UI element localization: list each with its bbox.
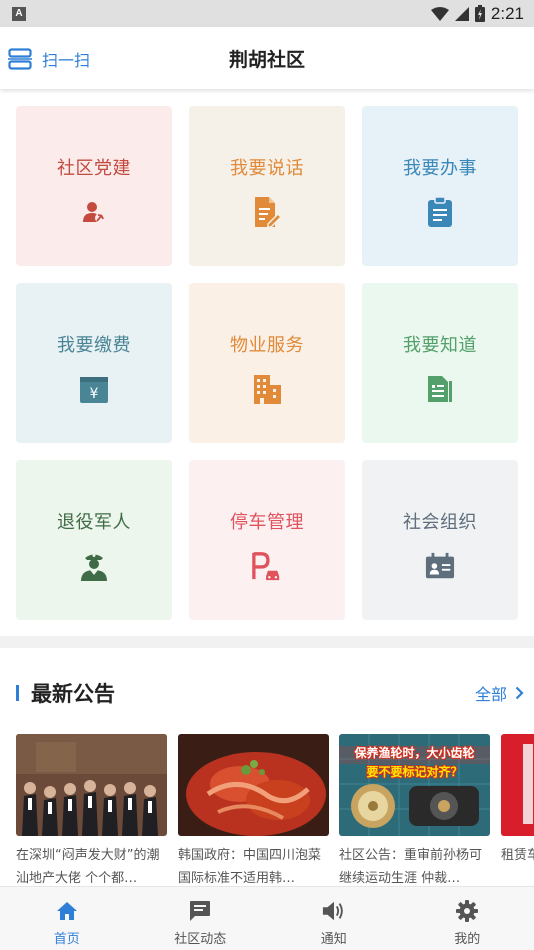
notice-image <box>16 734 167 836</box>
tile-label: 我要缴费 <box>57 335 131 356</box>
notice-card[interactable]: 韩国政府：中国四川泡菜国际标准不适用韩… <box>178 734 329 886</box>
signal-icon <box>454 6 469 21</box>
clipboard-icon <box>425 196 455 228</box>
page-title: 荆胡社区 <box>228 49 305 71</box>
tile-speak[interactable]: 我要说话 <box>189 106 345 266</box>
wifi-icon <box>430 6 449 21</box>
notice-text: 在深圳“闷声发大财”的潮汕地产大佬 个个都… <box>16 848 160 886</box>
info-document-icon <box>425 373 455 405</box>
payment-yen-icon: ¥ <box>79 373 109 405</box>
view-all-link[interactable]: 全部 <box>475 681 524 705</box>
nav-label: 社区动态 <box>174 932 227 947</box>
soldier-icon <box>79 550 109 582</box>
tile-label: 社会组织 <box>403 512 477 533</box>
chevron-right-icon <box>515 686 524 700</box>
party-emblem-icon <box>79 196 109 228</box>
building-icon <box>252 373 282 405</box>
nav-mine[interactable]: 我的 <box>401 887 534 950</box>
id-card-icon <box>425 550 455 582</box>
bottom-navigation: 首页 社区动态 通知 我的 <box>0 886 534 950</box>
notice-image <box>501 734 534 836</box>
nav-label: 通知 <box>320 932 347 947</box>
notice-image: 保养渔轮时，大小齿轮 要不要标记对齐？ <box>339 734 490 836</box>
parking-car-icon <box>252 550 282 582</box>
tile-property-service[interactable]: 物业服务 <box>189 283 345 443</box>
message-icon <box>188 899 212 923</box>
status-icons: 2:21 <box>430 3 524 24</box>
notice-card[interactable]: 保养渔轮时，大小齿轮 要不要标记对齐？ 社区公告：重审前孙杨可继续运动生涯 仲裁… <box>339 734 490 886</box>
nav-notifications[interactable]: 通知 <box>267 887 401 950</box>
tile-label: 停车管理 <box>230 512 304 533</box>
notice-image <box>178 734 329 836</box>
notice-card[interactable]: 在深圳“闷声发大财”的潮汕地产大佬 个个都… <box>16 734 167 886</box>
tile-know[interactable]: 我要知道 <box>362 283 518 443</box>
notice-carousel[interactable]: 在深圳“闷声发大财”的潮汕地产大佬 个个都… 韩国政府：中国四川泡菜国际标准不适… <box>16 734 534 886</box>
image-caption-line: 要不要标记对齐？ <box>366 765 463 779</box>
tile-label: 退役军人 <box>57 512 131 533</box>
app-header: 扫一扫 荆胡社区 <box>0 27 534 89</box>
notice-text: 社区公告：重审前孙杨可继续运动生涯 仲裁… <box>339 848 483 886</box>
nav-home[interactable]: 首页 <box>0 887 134 950</box>
tile-label: 我要说话 <box>230 158 304 179</box>
tile-affairs[interactable]: 我要办事 <box>362 106 518 266</box>
clock: 2:21 <box>490 3 524 23</box>
image-caption-line: 保养渔轮时，大小齿轮 <box>354 746 475 760</box>
notice-title-group: 最新公告 <box>16 678 115 708</box>
tile-veterans[interactable]: 退役军人 <box>16 460 172 620</box>
view-all-label: 全部 <box>474 685 507 704</box>
nav-label: 首页 <box>53 932 80 947</box>
notification-indicator: A <box>12 6 26 21</box>
nav-label: 我的 <box>454 932 481 947</box>
tile-label: 物业服务 <box>230 335 304 356</box>
section-title: 最新公告 <box>31 682 115 706</box>
image-caption: 保养渔轮时，大小齿轮 要不要标记对齐？ <box>339 744 490 782</box>
service-grid: 社区党建 我要说话 我要办事 我要缴费 ¥ 物业服务 我要知道 退役军人 停车管… <box>16 106 518 620</box>
tile-label: 我要知道 <box>403 335 477 356</box>
section-divider <box>0 636 534 648</box>
svg-text:¥: ¥ <box>90 386 99 402</box>
speaker-icon <box>322 899 346 923</box>
accent-bar <box>16 685 19 701</box>
notice-card[interactable]: 租赁车 <box>501 734 534 886</box>
home-icon <box>55 899 79 923</box>
tile-parking[interactable]: 停车管理 <box>189 460 345 620</box>
gear-icon <box>455 899 479 923</box>
tile-social-org[interactable]: 社会组织 <box>362 460 518 620</box>
notice-text: 租赁车 <box>501 848 534 863</box>
battery-icon <box>474 5 485 22</box>
notice-section-header: 最新公告 全部 <box>16 676 524 710</box>
tile-party-building[interactable]: 社区党建 <box>16 106 172 266</box>
tile-payment[interactable]: 我要缴费 ¥ <box>16 283 172 443</box>
document-edit-icon <box>252 196 282 228</box>
tile-label: 我要办事 <box>403 158 477 179</box>
notice-text: 韩国政府：中国四川泡菜国际标准不适用韩… <box>178 848 322 886</box>
status-bar: A 2:21 <box>0 0 534 27</box>
tile-label: 社区党建 <box>57 158 131 179</box>
nav-community-news[interactable]: 社区动态 <box>134 887 268 950</box>
